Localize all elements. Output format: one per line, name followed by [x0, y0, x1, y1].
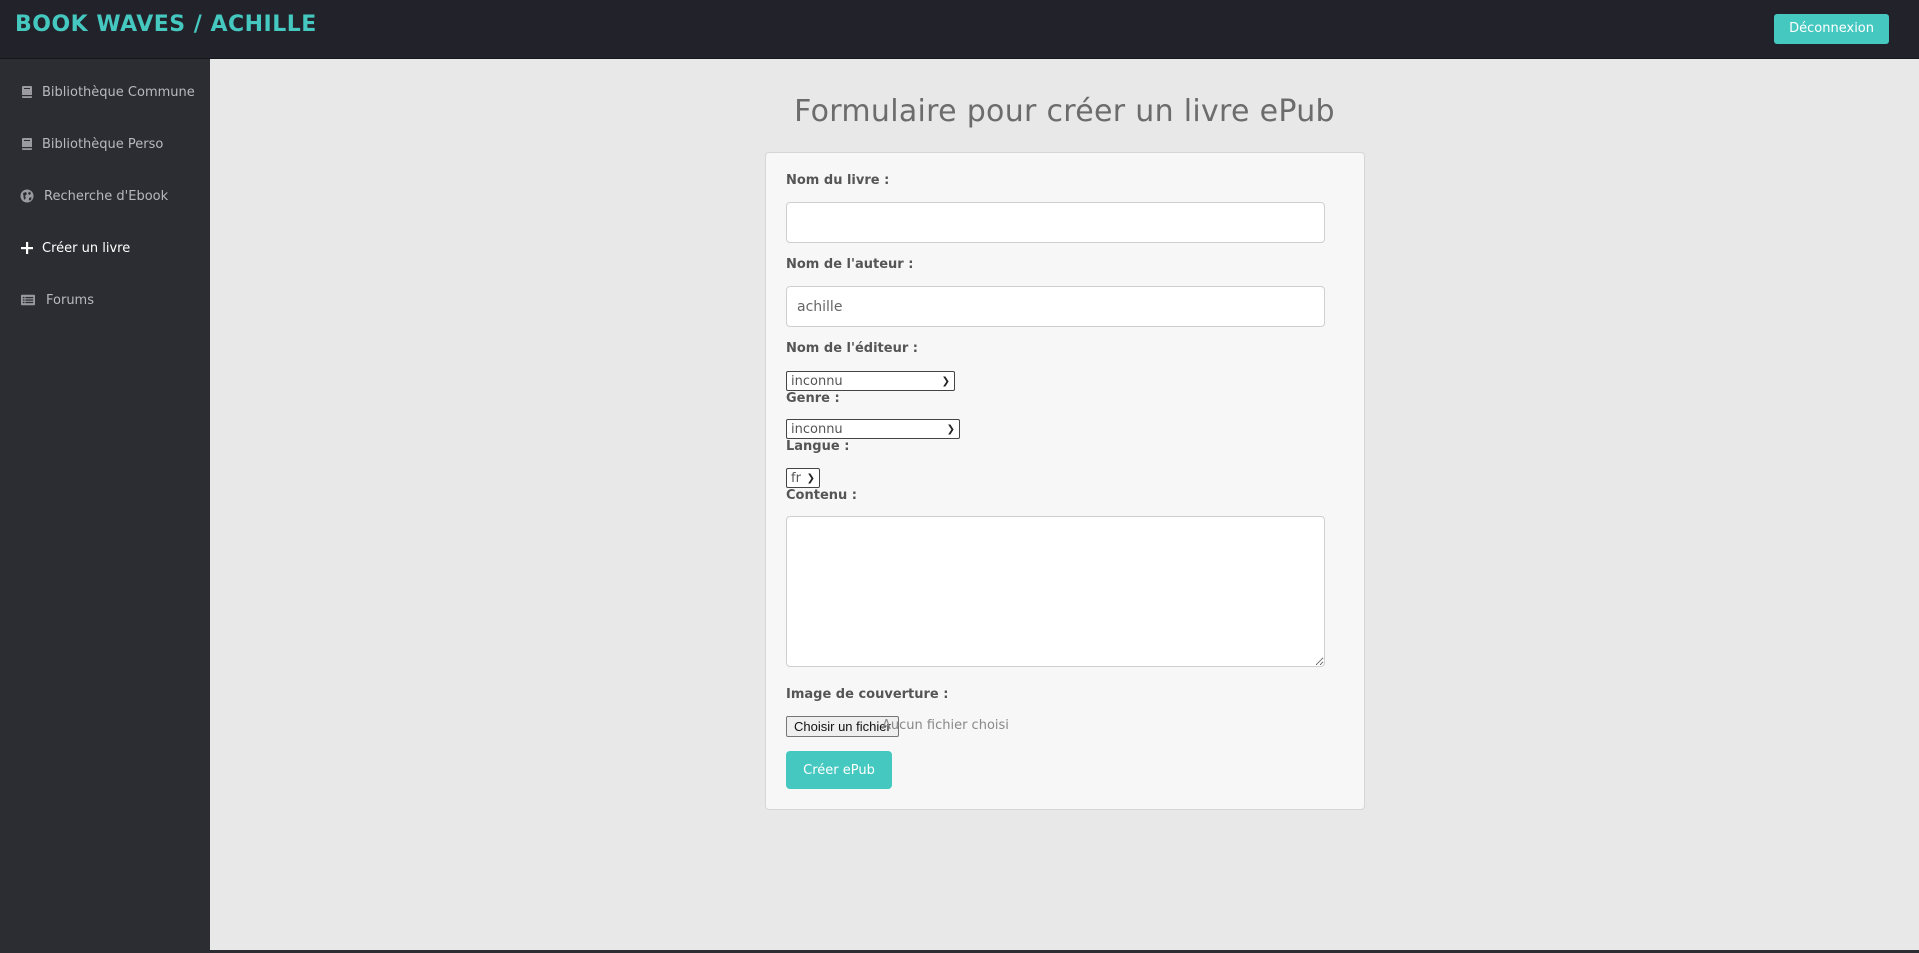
- app-brand[interactable]: BOOK WAVES / ACHILLE: [15, 12, 317, 37]
- plus-icon: [20, 241, 34, 255]
- author-input[interactable]: [786, 286, 1325, 327]
- chevron-down-icon: ❯: [806, 472, 815, 484]
- sidebar-item-label: Bibliothèque Perso: [42, 136, 164, 152]
- sidebar-item-label: Recherche d'Ebook: [44, 188, 169, 204]
- genre-select[interactable]: inconnu ❯: [786, 419, 960, 439]
- file-status-text: Aucun fichier choisi: [882, 718, 1009, 733]
- sidebar: Bibliothèque Commune Bibliothèque Perso …: [0, 59, 210, 953]
- create-epub-form: Nom du livre : Nom de l'auteur : Nom de …: [765, 152, 1365, 810]
- chevron-down-icon: ❯: [941, 375, 950, 387]
- sidebar-item-label: Créer un livre: [42, 240, 131, 256]
- book-name-label: Nom du livre :: [786, 173, 890, 188]
- language-label: Langue :: [786, 439, 850, 454]
- publisher-label: Nom de l'éditeur :: [786, 341, 918, 356]
- sidebar-item-creer-livre[interactable]: Créer un livre: [0, 222, 210, 274]
- sidebar-item-forums[interactable]: Forums: [0, 274, 210, 326]
- page-title: Formulaire pour créer un livre ePub: [794, 94, 1335, 129]
- book-name-input[interactable]: [786, 202, 1325, 243]
- sidebar-item-label: Bibliothèque Commune: [42, 84, 195, 100]
- publisher-select[interactable]: inconnu ❯: [786, 371, 955, 391]
- chevron-down-icon: ❯: [946, 423, 955, 435]
- book-icon: [20, 137, 34, 151]
- publisher-select-value: inconnu: [791, 373, 843, 389]
- sidebar-item-recherche-ebook[interactable]: Recherche d'Ebook: [0, 170, 210, 222]
- book-icon: [20, 85, 34, 99]
- create-epub-button[interactable]: Créer ePub: [786, 751, 892, 789]
- language-select[interactable]: fr ❯: [786, 468, 820, 488]
- genre-label: Genre :: [786, 391, 840, 406]
- language-select-value: fr: [791, 470, 801, 486]
- sidebar-item-label: Forums: [46, 292, 94, 308]
- genre-select-value: inconnu: [791, 421, 843, 437]
- cover-image-label: Image de couverture :: [786, 687, 949, 702]
- globe-icon: [20, 189, 34, 203]
- logout-button[interactable]: Déconnexion: [1774, 14, 1889, 44]
- top-bar: BOOK WAVES / ACHILLE Déconnexion: [0, 0, 1919, 59]
- author-label: Nom de l'auteur :: [786, 257, 914, 272]
- content-textarea[interactable]: [786, 516, 1325, 667]
- sidebar-item-bibliotheque-commune[interactable]: Bibliothèque Commune: [0, 66, 210, 118]
- list-icon: [20, 293, 36, 307]
- sidebar-item-bibliotheque-perso[interactable]: Bibliothèque Perso: [0, 118, 210, 170]
- content-label: Contenu :: [786, 488, 857, 503]
